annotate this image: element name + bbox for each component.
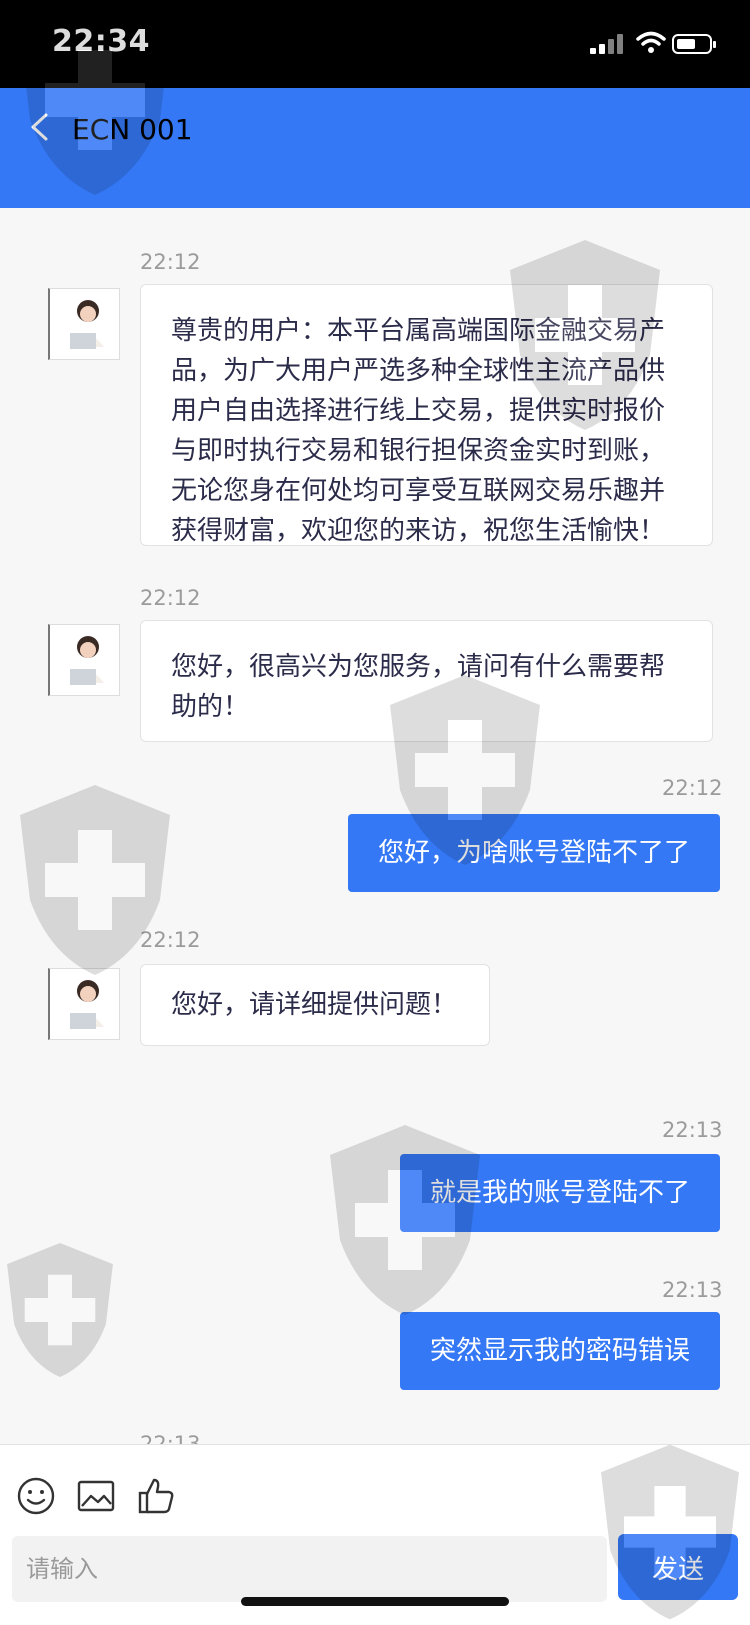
message-timestamp: 22:13 xyxy=(662,1278,723,1302)
message-bubble-incoming: 您好，很高兴为您服务，请问有什么需要帮助的！ xyxy=(140,620,713,742)
message-timestamp-clipped: 22:13 xyxy=(140,1432,201,1444)
message-bubble-incoming: 您好，请详细提供问题！ xyxy=(140,964,490,1046)
message-bubble-outgoing: 就是我的账号登陆不了 xyxy=(400,1154,720,1232)
status-time: 22:34 xyxy=(52,24,150,59)
message-bubble-outgoing: 突然显示我的密码错误 xyxy=(400,1312,720,1390)
battery-icon xyxy=(672,34,716,54)
home-indicator xyxy=(241,1597,509,1606)
message-timestamp: 22:13 xyxy=(662,1118,723,1142)
chevron-left-icon[interactable] xyxy=(28,112,52,142)
chat-header xyxy=(0,88,750,208)
message-timestamp: 22:12 xyxy=(140,928,201,952)
message-timestamp: 22:12 xyxy=(662,776,723,800)
avatar[interactable] xyxy=(48,288,120,360)
message-input[interactable] xyxy=(12,1536,607,1602)
emoji-icon[interactable] xyxy=(16,1476,56,1516)
message-bubble-incoming: 尊贵的用户：本平台属高端国际金融交易产品，为广大用户严选多种全球性主流产品供用户… xyxy=(140,284,713,546)
thumbs-up-icon[interactable] xyxy=(136,1476,176,1516)
avatar[interactable] xyxy=(48,624,120,696)
chat-title: ECN 001 xyxy=(72,113,193,146)
message-bubble-outgoing: 您好，为啥账号登陆不了了 xyxy=(348,814,720,892)
wifi-icon xyxy=(636,31,666,53)
send-button[interactable]: 发送 xyxy=(618,1534,738,1600)
message-list[interactable]: 22:12 尊贵的用户：本平台属高端国际金融交易产品，为广大用户严选多种全球性主… xyxy=(0,208,750,1444)
image-icon[interactable] xyxy=(76,1476,116,1516)
status-bar: 22:34 xyxy=(0,0,750,88)
message-timestamp: 22:12 xyxy=(140,586,201,610)
message-timestamp: 22:12 xyxy=(140,250,201,274)
avatar[interactable] xyxy=(48,968,120,1040)
signal-icon xyxy=(590,34,624,54)
